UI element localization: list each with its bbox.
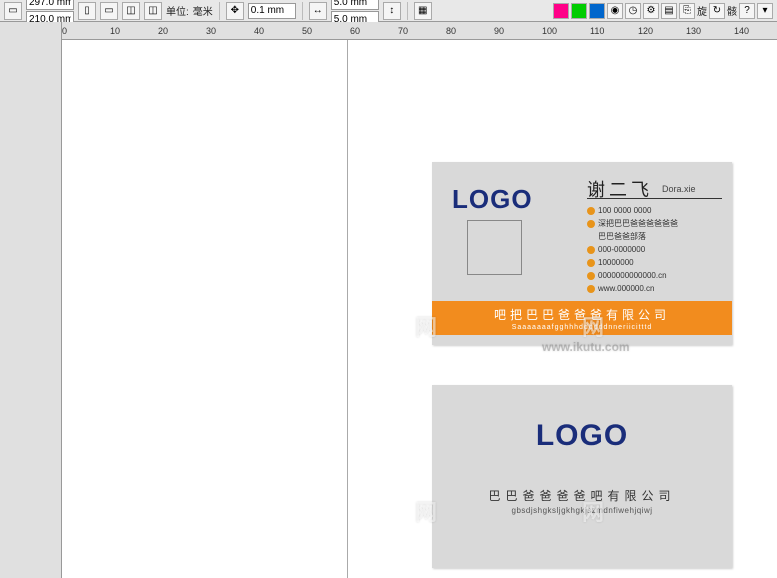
divider-line [587, 198, 722, 199]
ruler-tick: 80 [446, 26, 456, 36]
grid-icon[interactable]: ▤ [661, 3, 677, 19]
dup-x-icon[interactable]: ↔ [309, 2, 327, 20]
ruler-tick: 50 [302, 26, 312, 36]
info-line: 100 0000 0000 [598, 204, 651, 217]
gear-icon[interactable]: ⚙ [643, 3, 659, 19]
left-ruler [0, 22, 62, 578]
ruler-tick: 100 [542, 26, 557, 36]
top-ruler: 0 10 20 30 40 50 60 70 80 90 100 110 120 130 140 [62, 22, 777, 40]
ruler-tick: 0 [62, 26, 67, 36]
pages-facing-icon[interactable]: ◫ [144, 2, 162, 20]
rotate-icon[interactable]: ↻ [709, 3, 725, 19]
cn-button[interactable]: 骸 [727, 3, 737, 19]
ruler-tick: 20 [158, 26, 168, 36]
web-icon [587, 285, 595, 293]
dup-x-input[interactable] [331, 0, 379, 10]
landscape-icon[interactable]: ▭ [100, 2, 118, 20]
ruler-tick: 30 [206, 26, 216, 36]
page-edge-guide [347, 40, 348, 578]
clock-icon[interactable]: ◷ [625, 3, 641, 19]
info-line: 0000000000000.cn [598, 269, 667, 282]
units-value: 毫米 [193, 3, 213, 18]
color-green-icon[interactable] [571, 3, 587, 19]
info-line: 10000000 [598, 256, 634, 269]
page-setup-icon[interactable]: ▭ [4, 2, 22, 20]
addr-icon [587, 220, 595, 228]
contact-info-list: 100 0000 0000 深把巴巴爸爸爸爸爸爸 巴巴爸爸部落 000-0000… [587, 204, 678, 295]
back-company-cn: 巴巴爸爸爸爸吧有限公司 [488, 487, 675, 504]
ruler-tick: 10 [110, 26, 120, 36]
close-icon[interactable]: ▾ [757, 3, 773, 19]
right-tool-icons: ◉ ◷ ⚙ ▤ ⎘ 旋 ↻ 骸 ? ▾ [553, 3, 773, 19]
eyedropper-icon[interactable]: ◉ [607, 3, 623, 19]
snap-icon[interactable]: ▦ [414, 2, 432, 20]
canvas[interactable]: LOGO 谢二飞 Dora.xie 100 0000 0000 深把巴巴爸爸爸爸… [62, 40, 777, 578]
ruler-tick: 60 [350, 26, 360, 36]
color-blue-icon[interactable] [589, 3, 605, 19]
portrait-icon[interactable]: ▯ [78, 2, 96, 20]
photo-placeholder [467, 220, 522, 275]
company-bar: 吧把巴巴爸爸爸有限公司 Saaaaaaafgghhhddddddnneriici… [432, 301, 732, 335]
workspace: 0 10 20 30 40 50 60 70 80 90 100 110 120 130 140 LOGO … [0, 22, 777, 578]
color-magenta-icon[interactable] [553, 3, 569, 19]
nudge-icon[interactable]: ✥ [226, 2, 244, 20]
link-icon[interactable]: ⎘ [679, 3, 695, 19]
qq-icon [587, 259, 595, 267]
fax-icon [587, 246, 595, 254]
back-company-en: gbsdjshgksljgkhgkjszmdnfiwehjqiwj [512, 506, 653, 515]
help-icon[interactable]: ? [739, 3, 755, 19]
pages-icon[interactable]: ◫ [122, 2, 140, 20]
ruler-tick: 140 [734, 26, 749, 36]
info-line: 000-0000000 [598, 243, 645, 256]
business-card-front[interactable]: LOGO 谢二飞 Dora.xie 100 0000 0000 深把巴巴爸爸爸爸… [432, 162, 732, 345]
business-card-back[interactable]: LOGO 巴巴爸爸爸爸吧有限公司 gbsdjshgksljgkhgkjszmdn… [432, 385, 732, 568]
info-line: 巴巴爸爸部落 [598, 230, 646, 243]
rotate-label: 旋 [697, 3, 707, 19]
ruler-tick: 120 [638, 26, 653, 36]
ruler-tick: 110 [590, 26, 604, 36]
mail-icon [587, 272, 595, 280]
company-name-en: Saaaaaaafgghhhddddddnneriicitttd [512, 324, 653, 331]
ruler-tick: 70 [398, 26, 408, 36]
page-width-input[interactable] [26, 0, 74, 10]
info-line: www.000000.cn [598, 282, 654, 295]
ruler-tick: 90 [494, 26, 504, 36]
phone-icon [587, 207, 595, 215]
logo-text-back: LOGO [536, 419, 628, 453]
units-label: 单位: [166, 3, 189, 18]
company-name-cn: 吧把巴巴爸爸爸有限公司 [494, 306, 670, 323]
ruler-tick: 130 [686, 26, 701, 36]
ruler-tick: 40 [254, 26, 264, 36]
top-toolbar: ▭ ▯ ▭ ◫ ◫ 单位: 毫米 ✥ ↔ ↕ ▦ ◉ ◷ ⚙ ▤ ⎘ 旋 ↻ 骸… [0, 0, 777, 22]
logo-text: LOGO [452, 184, 533, 215]
person-name-en: Dora.xie [662, 184, 696, 194]
info-line: 深把巴巴爸爸爸爸爸爸 [598, 217, 678, 230]
nudge-input[interactable] [248, 3, 296, 19]
dup-y-icon[interactable]: ↕ [383, 2, 401, 20]
